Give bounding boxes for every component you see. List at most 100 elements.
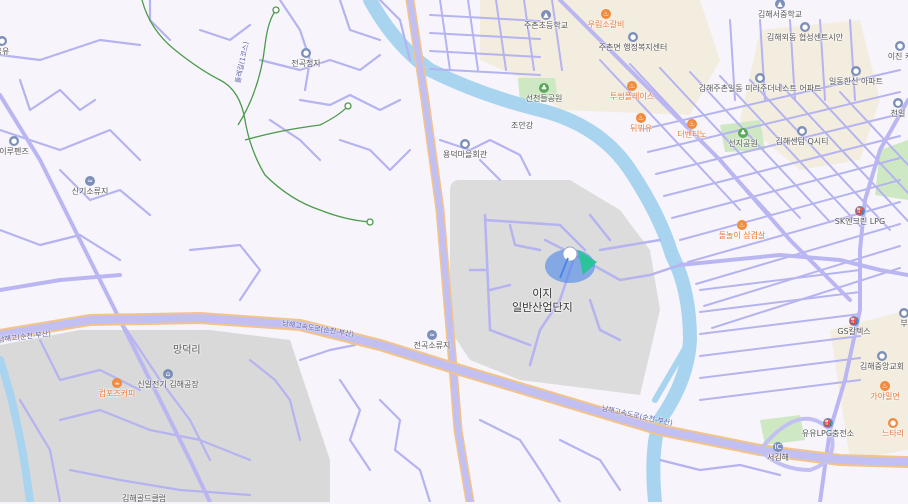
poi-label: 부 bbox=[900, 319, 908, 328]
poi-label: GS칼텍스 bbox=[837, 327, 871, 336]
gas-icon: ⛽ bbox=[823, 418, 833, 428]
gas-icon: ⛽ bbox=[849, 316, 859, 326]
poi-jeongok-jeongja[interactable]: ● 전곡정자 bbox=[286, 48, 326, 69]
poi-label: 일동한신 아파트 bbox=[828, 77, 884, 86]
poi-label: 신기소류지 bbox=[71, 187, 109, 196]
poi-label: 선지공원 bbox=[728, 139, 758, 148]
cup-icon: ☕ bbox=[112, 378, 122, 388]
pin-icon: ● bbox=[888, 418, 898, 428]
poi-nubi[interactable]: ● 느타리 bbox=[873, 418, 908, 439]
food-icon: ♨ bbox=[636, 113, 646, 123]
pin-icon: ● bbox=[800, 22, 810, 32]
bottom-left-partial-label: 김해골드클럽 bbox=[122, 494, 167, 503]
pin-icon: ● bbox=[0, 36, 7, 46]
poi-juchon-apt[interactable]: ● 김해주촌일동 미라주더네스트 어파트 bbox=[699, 73, 821, 94]
food-icon: ♨ bbox=[601, 9, 611, 19]
poi-label: 신일전기 김해공장 bbox=[137, 380, 199, 389]
poi-compose[interactable]: ☕ 컴포즈커피 bbox=[97, 378, 137, 399]
poi-label: 김해중앙교회 bbox=[859, 362, 905, 371]
poi-label: 천일 bbox=[890, 109, 906, 118]
park-icon: ♣ bbox=[539, 83, 549, 93]
poi-label: 느타리 bbox=[881, 429, 905, 438]
poi-label: 우림소갈비 bbox=[587, 20, 625, 29]
poi-qcity[interactable]: ● 김해센텀 Q시티 bbox=[776, 126, 829, 147]
poi-label: 컴포즈커피 bbox=[98, 389, 136, 398]
gas-icon: ⛽ bbox=[855, 206, 865, 216]
pin-icon: ● bbox=[893, 98, 903, 108]
poi-label: 유유LPG충전소 bbox=[801, 429, 855, 438]
pin-icon: ● bbox=[9, 136, 19, 146]
poi-gs-station[interactable]: ⛽ GS칼텍스 bbox=[834, 316, 874, 337]
pin-icon: ● bbox=[895, 41, 905, 51]
poi-lpg-station[interactable]: ⛽ 유유LPG충전소 bbox=[802, 418, 854, 439]
school-icon: ▲ bbox=[541, 10, 551, 20]
river-label: 조안강 bbox=[511, 121, 534, 130]
poi-bu[interactable]: ● 부 bbox=[884, 308, 908, 329]
poi-cheonil[interactable]: ● 천일 bbox=[878, 98, 908, 119]
poi-dalbi[interactable]: ♨ 더벤티노 bbox=[672, 119, 712, 140]
poi-yulyu[interactable]: ●율유 bbox=[0, 36, 22, 57]
poi-seonji-park[interactable]: ♣ 선지공원 bbox=[723, 128, 763, 149]
poi-label: 김해서중학교 bbox=[757, 10, 803, 19]
school-icon: ▲ bbox=[775, 0, 785, 9]
park-icon: ♣ bbox=[738, 128, 748, 138]
poi-label: 김해주촌일동 미라주더네스트 어파트 bbox=[698, 84, 822, 93]
poi-label: 선천들공원 bbox=[525, 94, 563, 103]
ic-icon: IC bbox=[773, 442, 783, 452]
poi-label: 전곡정자 bbox=[291, 59, 321, 68]
pin-icon: ● bbox=[851, 66, 861, 76]
poi-label: 뒤뷔유 bbox=[629, 124, 653, 133]
food-icon: ♨ bbox=[687, 119, 697, 129]
poi-label: 주촌면 행정복지센터 bbox=[598, 43, 668, 52]
pin-icon: ● bbox=[628, 32, 638, 42]
water-icon: ≈ bbox=[427, 330, 437, 340]
poi-gimhae-seo[interactable]: ▲ 김해서중학교 bbox=[757, 0, 803, 20]
poi-ijin[interactable]: ●이진 캐 bbox=[880, 41, 908, 62]
poi-gimhae-apt[interactable]: ● 김해외동 협성센트시안 bbox=[767, 22, 843, 43]
poi-twosome[interactable]: ♨ 투썸플레이스 bbox=[609, 81, 655, 102]
poi-samgyeop[interactable]: ♨ 돌놀이 삼겹살 bbox=[719, 220, 765, 241]
poi-label: 더벤티노 bbox=[677, 130, 707, 139]
poi-singi-rest[interactable]: ≈ 신기소류지 bbox=[70, 176, 110, 197]
poi-gaya-mil[interactable]: ♨ 가야밀면 bbox=[865, 381, 905, 402]
poi-label: 가야밀면 bbox=[870, 392, 900, 401]
poi-gimhae-central[interactable]: ● 김해중앙교회 bbox=[859, 351, 905, 372]
pin-icon: ● bbox=[797, 126, 807, 136]
poi-seoncheon-park[interactable]: ♣ 선천들공원 bbox=[524, 83, 564, 104]
food-icon: ♨ bbox=[627, 81, 637, 91]
poi-label: 김해센텀 Q시티 bbox=[775, 137, 829, 146]
factory-icon: ⌂ bbox=[163, 369, 173, 379]
poi-label: 투썸플레이스 bbox=[609, 92, 655, 101]
poi-label: 이진 캐 bbox=[887, 52, 908, 61]
poi-uyeon[interactable]: ♨ 우림소갈비 bbox=[586, 9, 626, 30]
poi-label: SK엔크린 LPG bbox=[834, 217, 886, 226]
poi-label: 전곡소류지 bbox=[413, 341, 451, 350]
pin-icon: ● bbox=[301, 48, 311, 58]
poi-ilsong[interactable]: ● 일동한신 아파트 bbox=[829, 66, 883, 87]
poi-yongdeok-hall[interactable]: ● 용덕마을회관 bbox=[442, 139, 488, 160]
water-icon: ≈ bbox=[85, 176, 95, 186]
poi-factory[interactable]: ⌂ 신일전기 김해공장 bbox=[137, 369, 199, 390]
pin-icon: ● bbox=[460, 139, 470, 149]
pin-icon: ● bbox=[877, 351, 887, 361]
poi-seogimhae-ic[interactable]: IC 서김해 bbox=[758, 442, 798, 463]
poi-label: 율유 bbox=[0, 47, 10, 56]
poi-sk-lpg[interactable]: ⛽ SK엔크린 LPG bbox=[835, 206, 885, 227]
poi-juchon-school[interactable]: ▲ 주촌초등학교 bbox=[523, 10, 569, 31]
pin-icon: ● bbox=[899, 308, 908, 318]
poi-label: 서김해 bbox=[766, 453, 790, 462]
industrial-complex-label: 이지 일반산업단지 bbox=[512, 287, 573, 314]
pin-icon: ● bbox=[755, 73, 765, 83]
poi-label: 주촌초등학교 bbox=[523, 21, 569, 30]
poi-park-pg[interactable]: ● 이루펜즈 bbox=[0, 136, 34, 157]
poi-jeongok-rest[interactable]: ≈ 전곡소류지 bbox=[412, 330, 452, 351]
poi-dwaebae[interactable]: ♨ 뒤뷔유 bbox=[621, 113, 661, 134]
poi-label: 용덕마을회관 bbox=[442, 150, 488, 159]
poi-juchon-center[interactable]: ● 주촌면 행정복지센터 bbox=[599, 32, 667, 53]
village-label: 망덕리 bbox=[173, 345, 201, 356]
poi-label: 돌놀이 삼겹살 bbox=[718, 231, 766, 240]
poi-label: 김해외동 협성센트시안 bbox=[766, 33, 844, 42]
food-icon: ♨ bbox=[737, 220, 747, 230]
food-icon: ♨ bbox=[880, 381, 890, 391]
poi-label: 이루펜즈 bbox=[0, 147, 29, 156]
